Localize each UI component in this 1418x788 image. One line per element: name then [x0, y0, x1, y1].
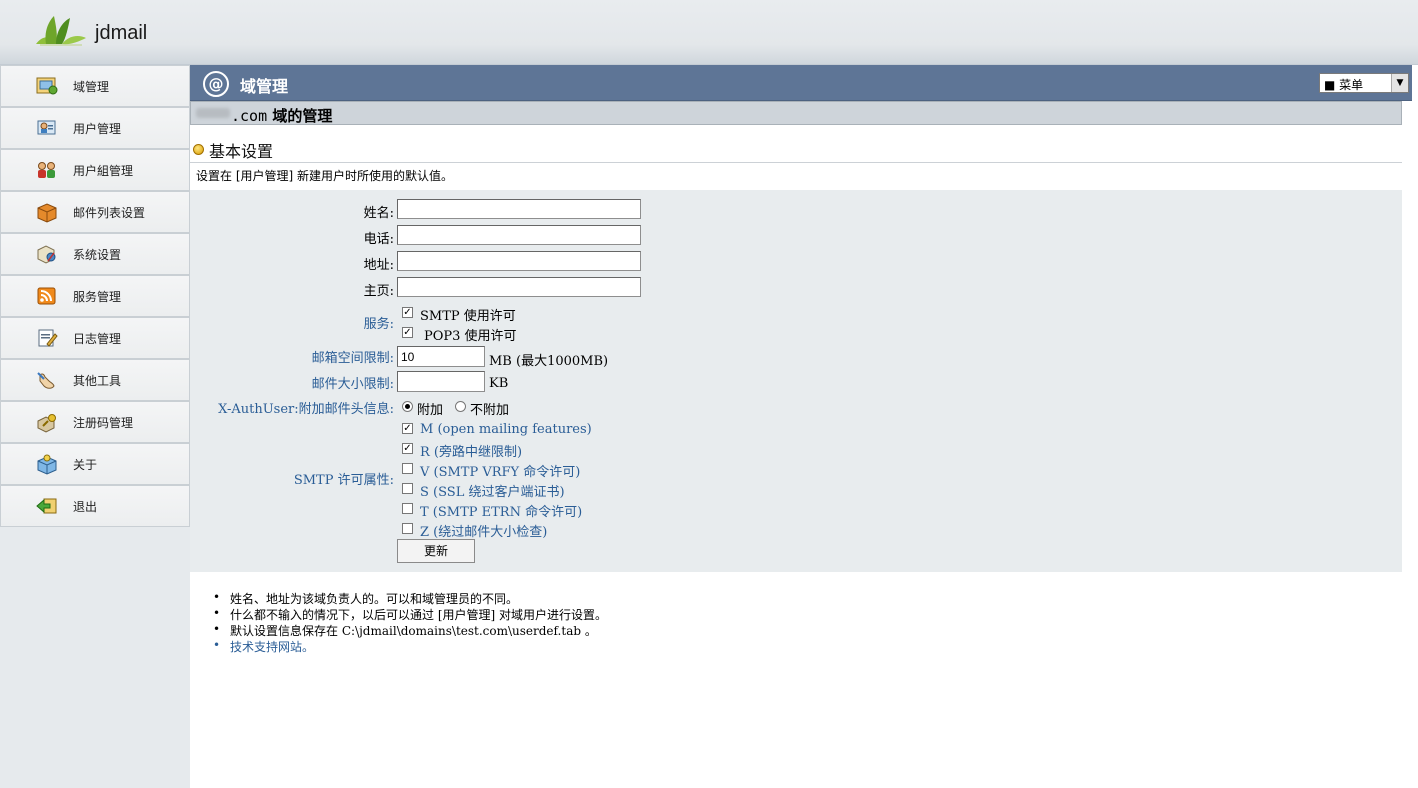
mailbox-limit-unit: MB (最大1000MB): [489, 354, 609, 369]
domain-header: .com 域的管理: [190, 101, 1402, 125]
perm-s-checkbox[interactable]: [402, 483, 413, 494]
registration-key-icon: [37, 414, 56, 433]
sidebar-item-label: 服务管理: [73, 290, 122, 304]
sidebar-item-label: 退出: [73, 500, 98, 514]
page-title-bar: @ 域管理 ■ 菜单 ▼: [190, 65, 1412, 101]
sidebar-item-label: 系统设置: [73, 248, 122, 262]
perm-z-checkbox[interactable]: [402, 523, 413, 534]
sidebar-item-service-management[interactable]: 服务管理: [0, 275, 190, 317]
xauth-append-label: 附加: [417, 403, 444, 418]
mailbox-limit-field[interactable]: [397, 346, 485, 367]
update-button[interactable]: 更新: [397, 539, 475, 563]
perm-r-label: R (旁路中继限制): [420, 445, 523, 460]
leaf-logo-icon: [36, 16, 86, 46]
smtp-permission-label: SMTP 许可属性:: [293, 473, 394, 488]
section-bullet-icon: [193, 144, 204, 155]
chevron-down-icon[interactable]: ▼: [1391, 74, 1408, 92]
sidebar-item-registration-key-management[interactable]: 注册码管理: [0, 401, 190, 443]
address-field[interactable]: [397, 251, 641, 271]
sidebar-item-about[interactable]: 关于: [0, 443, 190, 485]
section-description: 设置在 [用户管理] 新建用户时所使用的默认值。: [196, 169, 453, 183]
sidebar-item-domain-management[interactable]: 域管理: [0, 65, 190, 107]
sidebar-item-label: 域管理: [73, 80, 110, 94]
sidebar-item-label: 关于: [73, 458, 98, 472]
phone-label: 电话:: [363, 232, 394, 247]
perm-t-checkbox[interactable]: [402, 503, 413, 514]
sidebar-item-user-management[interactable]: 用户管理: [0, 107, 190, 149]
name-label: 姓名:: [363, 206, 394, 221]
xauth-header-label: X-AuthUser:附加邮件头信息:: [218, 402, 394, 417]
domain-heading-tail: 域的管理: [272, 107, 333, 125]
mailbox-limit-label: 邮箱空间限制:: [311, 351, 394, 366]
section-title: 基本设置: [209, 142, 274, 161]
perm-m-label: M (open mailing features): [420, 422, 592, 437]
app-header: jdmail: [0, 0, 1418, 65]
domain-icon: [36, 77, 58, 95]
services-label: 服务:: [363, 317, 394, 332]
notes-list: 姓名、地址为该域负责人的。可以和域管理员的不同。 什么都不输入的情况下，以后可以…: [210, 590, 607, 654]
sidebar-item-label: 其他工具: [73, 374, 122, 388]
sidebar-item-mailing-list-settings[interactable]: 邮件列表设置: [0, 191, 190, 233]
xauth-no-append-radio[interactable]: [455, 401, 466, 412]
domain-heading: .com 域的管理: [231, 105, 332, 126]
mailing-list-box-icon: [37, 203, 57, 223]
page-title: 域管理: [240, 77, 289, 96]
user-group-icon: [38, 162, 55, 178]
mail-size-limit-unit: KB: [489, 376, 509, 391]
redacted-domain-name: [196, 108, 230, 118]
xauth-append-radio[interactable]: [402, 401, 413, 412]
sidebar-item-system-settings[interactable]: 系统设置: [0, 233, 190, 275]
section-divider: [190, 162, 1402, 163]
app-name: jdmail: [95, 22, 148, 44]
menu-dropdown[interactable]: ■ 菜单 ▼: [1319, 73, 1409, 93]
address-label: 地址:: [363, 258, 394, 273]
sidebar-item-log-management[interactable]: 日志管理: [0, 317, 190, 359]
pop3-permit-label: POP3 使用许可: [424, 329, 517, 344]
log-edit-icon: [38, 329, 58, 347]
at-icon: @: [203, 71, 229, 97]
system-settings-icon: [37, 245, 56, 264]
sidebar-item-label: 用户組管理: [73, 164, 134, 178]
name-field[interactable]: [397, 199, 641, 219]
perm-v-checkbox[interactable]: [402, 463, 413, 474]
note-item: 姓名、地址为该域负责人的。可以和域管理员的不同。: [210, 590, 607, 606]
pop3-permit-checkbox[interactable]: ✓: [402, 327, 413, 338]
xauth-no-append-label: 不附加: [470, 403, 510, 418]
mail-size-limit-field[interactable]: [397, 371, 485, 392]
domain-suffix: .com: [231, 107, 268, 125]
perm-z-label: Z (绕过邮件大小检查): [420, 525, 548, 540]
sidebar: 域管理 用户管理 用户組管理 邮件列表设置 系统设置 服务管理 日志管理 其他工…: [0, 65, 190, 788]
mail-size-limit-label: 邮件大小限制:: [311, 377, 394, 392]
rss-service-icon: [37, 287, 56, 305]
note-item: 什么都不输入的情况下，以后可以通过 [用户管理] 对域用户进行设置。: [210, 606, 607, 622]
sidebar-item-label: 邮件列表设置: [73, 206, 146, 220]
perm-s-label: S (SSL 绕过客户端证书): [420, 485, 565, 500]
sidebar-item-label: 用户管理: [73, 122, 122, 136]
sidebar-item-logout[interactable]: 退出: [0, 485, 190, 527]
sidebar-item-label: 注册码管理: [73, 416, 134, 430]
sidebar-item-label: 日志管理: [73, 332, 122, 346]
phone-field[interactable]: [397, 225, 641, 245]
logout-arrow-icon: [36, 498, 57, 514]
sidebar-item-user-group-management[interactable]: 用户組管理: [0, 149, 190, 191]
support-site-link[interactable]: 技术支持网站。: [210, 638, 607, 654]
note-item: 默认设置信息保存在 C:\jdmail\domains\test.com\use…: [210, 622, 607, 638]
about-box-icon: [37, 454, 57, 475]
perm-t-label: T (SMTP ETRN 命令许可): [420, 505, 583, 520]
homepage-label: 主页:: [363, 284, 394, 299]
perm-r-checkbox[interactable]: ✓: [402, 443, 413, 454]
tools-hand-icon: [37, 372, 55, 389]
perm-v-label: V (SMTP VRFY 命令许可): [420, 465, 581, 480]
homepage-field[interactable]: [397, 277, 641, 297]
sidebar-item-other-tools[interactable]: 其他工具: [0, 359, 190, 401]
perm-m-checkbox[interactable]: ✓: [402, 423, 413, 434]
smtp-permit-checkbox[interactable]: ✓: [402, 307, 413, 318]
menu-dropdown-value: ■ 菜单: [1324, 78, 1364, 92]
smtp-permit-label: SMTP 使用许可: [420, 309, 516, 324]
user-card-icon: [37, 120, 56, 135]
